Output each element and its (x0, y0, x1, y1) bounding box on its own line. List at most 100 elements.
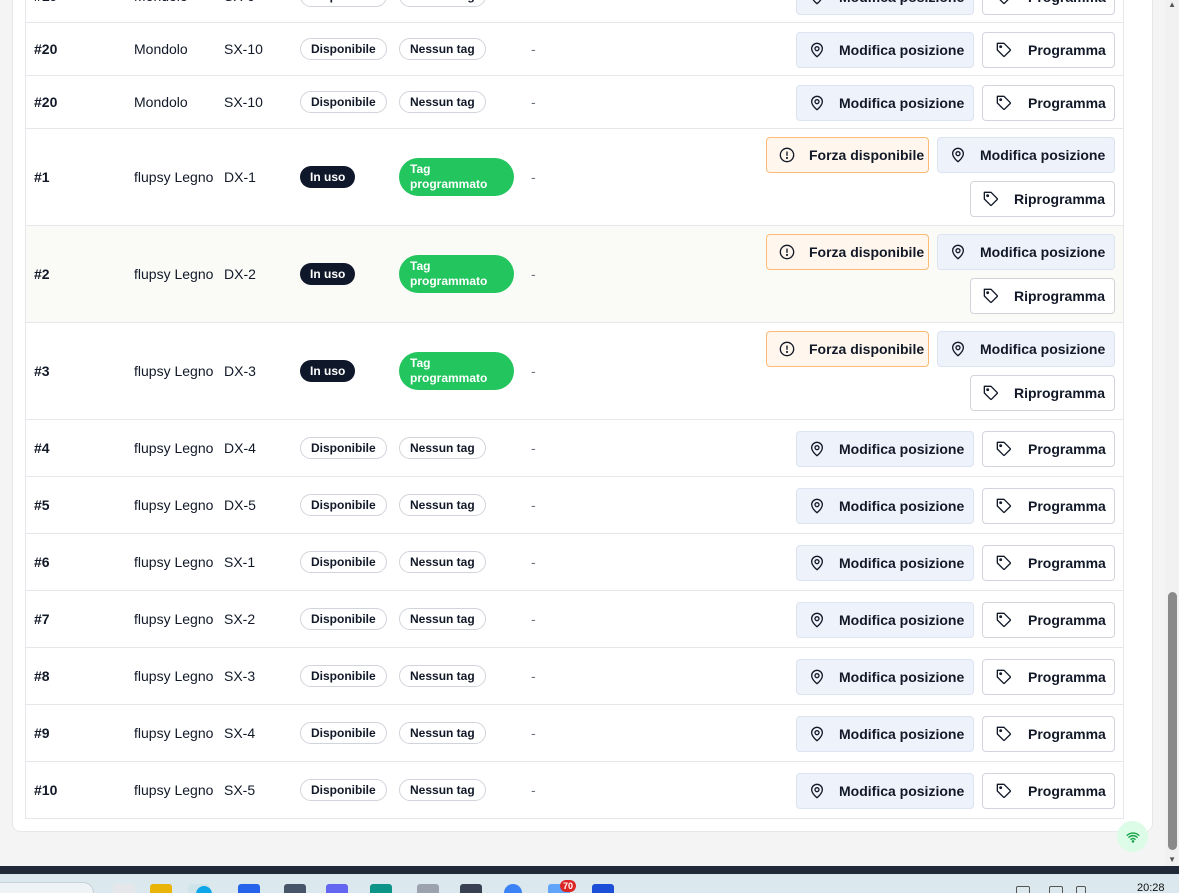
device-icon[interactable] (284, 884, 306, 893)
programma-button[interactable]: Programma (982, 602, 1115, 638)
modifica-button-label: Modifica posizione (839, 669, 965, 685)
riprogramma-button[interactable]: Riprogramma (970, 375, 1115, 411)
row-position: DX-1 (224, 169, 256, 185)
row-note: - (531, 611, 536, 627)
row-note: - (531, 440, 536, 456)
programma-button[interactable]: Programma (982, 0, 1115, 15)
modifica-button-label: Modifica posizione (980, 244, 1106, 260)
modifica-button[interactable]: Modifica posizione (796, 773, 974, 809)
scrollbar-thumb[interactable] (1168, 592, 1177, 850)
tag-icon (996, 95, 1012, 111)
programma-button[interactable]: Programma (982, 85, 1115, 121)
terminal-icon[interactable] (460, 884, 482, 893)
tag-icon (983, 385, 999, 401)
forza-button[interactable]: Forza disponibile (766, 234, 929, 270)
app-icon[interactable] (417, 884, 439, 893)
taskbar-clock[interactable]: 20:28 (1137, 882, 1165, 893)
scroll-up-arrow[interactable]: ▲ (1168, 0, 1176, 9)
programma-button[interactable]: Programma (982, 32, 1115, 68)
notification-badge: 70 (560, 880, 576, 892)
map-pin-icon (809, 726, 825, 742)
programma-button[interactable]: Programma (982, 773, 1115, 809)
modifica-button[interactable]: Modifica posizione (796, 716, 974, 752)
store-icon[interactable] (238, 884, 260, 893)
modifica-button[interactable]: Modifica posizione (796, 32, 974, 68)
row-id: #9 (34, 725, 50, 741)
file-explorer-icon[interactable] (150, 884, 172, 893)
row-position: SX-10 (224, 41, 263, 57)
status-badge: Disponibile (300, 494, 387, 516)
riprogramma-button[interactable]: Riprogramma (970, 278, 1115, 314)
browser-icon[interactable] (504, 884, 522, 893)
programma-button[interactable]: Programma (982, 545, 1115, 581)
programma-button[interactable]: Programma (982, 431, 1115, 467)
table-row: #9 flupsy Legno SX-4 Disponibile Nessun tag -… (26, 705, 1123, 762)
app-icon[interactable] (370, 884, 392, 893)
riprogramma-button-label: Riprogramma (1014, 385, 1106, 401)
row-id: #8 (34, 668, 50, 684)
nfc-tags-table: #19 Mondolo SX-9 Disponibile Nessun tag - Modi… (25, 0, 1124, 819)
tag-icon (996, 555, 1012, 571)
row-id: #10 (34, 782, 58, 798)
tag-icon (996, 783, 1012, 799)
tag-badge: Nessun tag (399, 779, 486, 801)
status-cell: Disponibile (300, 762, 400, 818)
programma-button[interactable]: Programma (982, 488, 1115, 524)
connection-status-button[interactable] (1117, 821, 1148, 852)
tag-badge: Nessun tag (399, 722, 486, 744)
tag-icon (983, 288, 999, 304)
forza-button[interactable]: Forza disponibile (766, 331, 929, 367)
modifica-button[interactable]: Modifica posizione (796, 85, 974, 121)
programma-button[interactable]: Programma (982, 659, 1115, 695)
modifica-button[interactable]: Modifica posizione (796, 431, 974, 467)
status-cell: Disponibile (300, 0, 400, 22)
row-actions: Modifica posizione Programma (766, 420, 1116, 476)
status-badge: In uso (300, 263, 356, 285)
modifica-button[interactable]: Modifica posizione (937, 234, 1115, 270)
row-name: flupsy Legno (134, 554, 214, 570)
modifica-button[interactable]: Modifica posizione (796, 0, 974, 15)
row-actions: Forza disponibile Modifica posizione Ripro… (766, 323, 1116, 419)
scroll-down-arrow[interactable]: ▼ (1168, 855, 1176, 864)
map-pin-icon (950, 341, 966, 357)
programma-button[interactable]: Programma (982, 716, 1115, 752)
tray-icon[interactable] (1016, 886, 1030, 893)
alert-circle-icon (779, 244, 795, 260)
modifica-button[interactable]: Modifica posizione (796, 602, 974, 638)
programma-button-label: Programma (1028, 0, 1106, 5)
row-actions: Forza disponibile Modifica posizione Ripro… (766, 129, 1116, 225)
programma-button-label: Programma (1028, 555, 1106, 571)
row-position: SX-1 (224, 554, 256, 570)
display-icon[interactable] (1049, 886, 1063, 893)
app-icon[interactable] (592, 884, 614, 893)
map-pin-icon (809, 669, 825, 685)
modifica-button[interactable]: Modifica posizione (937, 137, 1115, 173)
modifica-button[interactable]: Modifica posizione (796, 488, 974, 524)
taskbar-widget-icon[interactable] (113, 884, 135, 893)
teams-icon[interactable] (326, 884, 348, 893)
programma-button-label: Programma (1028, 42, 1106, 58)
modifica-button[interactable]: Modifica posizione (796, 545, 974, 581)
volume-icon[interactable] (1076, 886, 1086, 893)
page-scrollbar[interactable]: ▲ ▼ (1165, 0, 1179, 870)
table-row: #4 flupsy Legno DX-4 Disponibile Nessun tag -… (26, 420, 1123, 477)
modifica-button[interactable]: Modifica posizione (937, 331, 1115, 367)
modifica-button[interactable]: Modifica posizione (796, 659, 974, 695)
table-row: #5 flupsy Legno DX-5 Disponibile Nessun tag -… (26, 477, 1123, 534)
status-cell: In uso (300, 129, 400, 225)
tag-icon (996, 0, 1012, 5)
forza-button[interactable]: Forza disponibile (766, 137, 929, 173)
row-position: SX-10 (224, 94, 263, 110)
forza-button-label: Forza disponibile (809, 244, 925, 260)
tag-cell: Tag programmato (399, 323, 524, 419)
map-pin-icon (809, 612, 825, 628)
status-cell: Disponibile (300, 648, 400, 704)
taskbar-search[interactable] (0, 882, 94, 893)
riprogramma-button[interactable]: Riprogramma (970, 181, 1115, 217)
wifi-icon (1125, 831, 1140, 843)
row-position: SX-9 (224, 0, 294, 22)
row-name: flupsy Legno (134, 668, 214, 684)
row-name: flupsy Legno (134, 611, 214, 627)
tag-badge: Nessun tag (399, 494, 486, 516)
riprogramma-button-label: Riprogramma (1014, 288, 1106, 304)
